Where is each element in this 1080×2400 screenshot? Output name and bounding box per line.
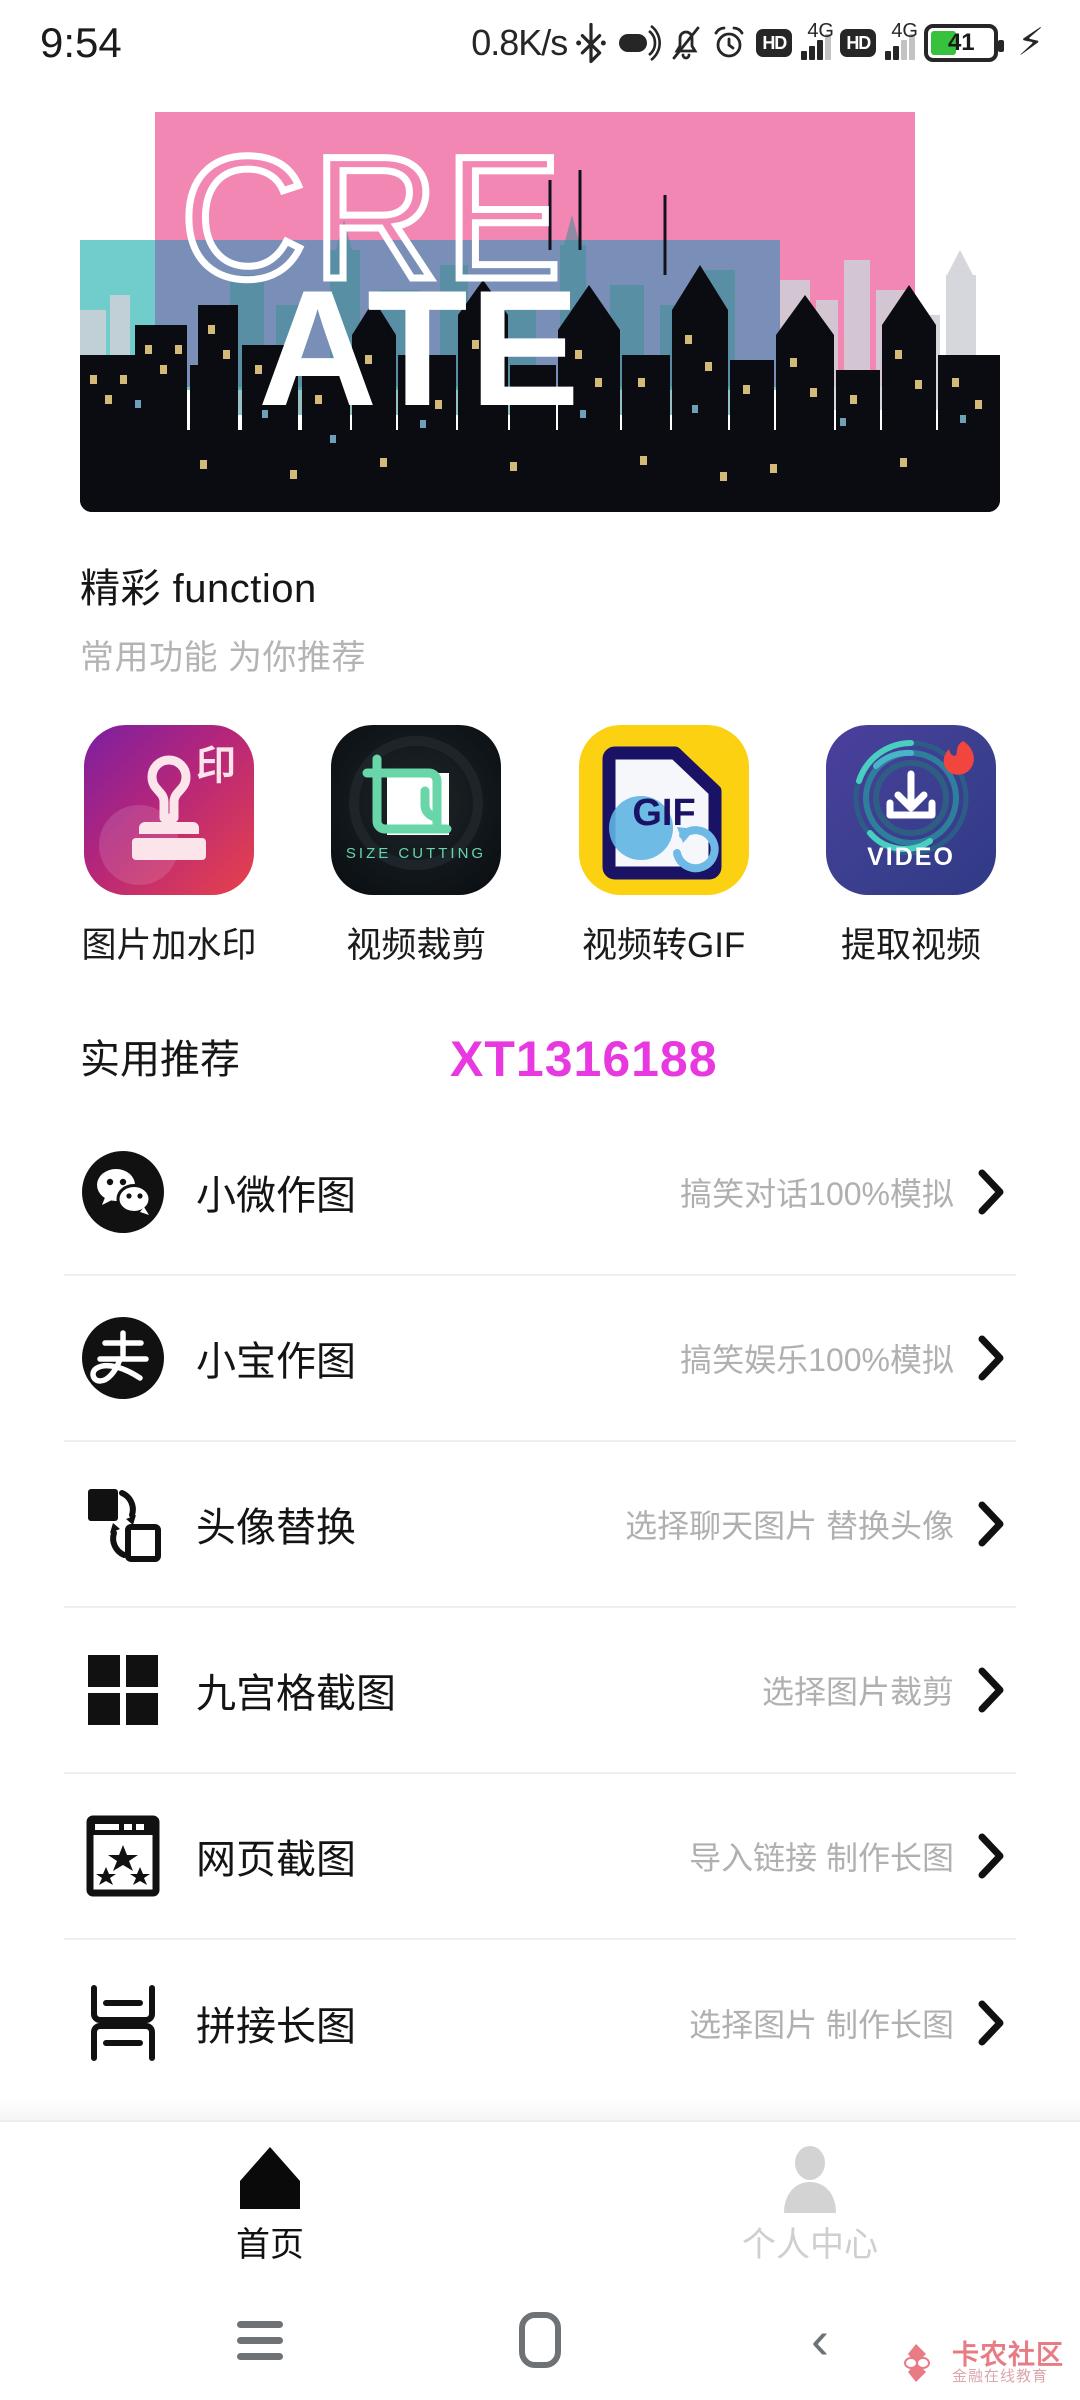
chevron-right-icon [976, 1501, 1006, 1547]
chevron-right-icon [976, 1667, 1006, 1713]
bluetooth-icon [576, 22, 607, 64]
banner-container[interactable]: CRE ATE [0, 100, 1080, 512]
list-item[interactable]: 小宝作图 搞笑娱乐100%模拟 [64, 1276, 1016, 1442]
status-bar: 9:54 0.8K/s HD 4G HD 4G 41 ⚡ [0, 0, 1080, 86]
list-item[interactable]: 拼接长图 选择图片 制作长图 [64, 1940, 1016, 2106]
list-item-desc: 导入链接 制作长图 [689, 1840, 954, 1876]
function-grid: 印 图片加水印 SIZE CUTTING 视频裁剪 GIF 视频转GIF VID… [0, 725, 1080, 968]
list-item[interactable]: 小微作图 搞笑对话100%模拟 [64, 1110, 1016, 1276]
battery-icon: 41 [924, 24, 1005, 62]
avatar-swap-icon [80, 1481, 166, 1567]
network-type-sim2: 4G [891, 20, 918, 42]
banner-line2: ATE [258, 256, 582, 440]
tab-home-label: 首页 [236, 2225, 304, 2264]
chevron-right-icon [976, 1833, 1006, 1879]
battery-percent-label: 41 [947, 29, 975, 56]
list-item[interactable]: 九宫格截图 选择图片裁剪 [64, 1608, 1016, 1774]
menu-lines-icon[interactable] [215, 2295, 305, 2385]
list-item-label: 小宝作图 [196, 1340, 356, 1384]
list-item-label: 九宫格截图 [196, 1672, 396, 1716]
mute-bell-icon [670, 23, 702, 63]
chevron-right-icon [976, 1169, 1006, 1215]
brand-tagline: 金融在线教育 [952, 2368, 1049, 2386]
function-item-watermark[interactable]: 印 图片加水印 [80, 725, 258, 968]
list-item-desc: 搞笑对话100%模拟 [680, 1176, 954, 1212]
gif-badge-label: GIF [632, 792, 695, 834]
list-item[interactable]: 头像替换 选择聊天图片 替换头像 [64, 1442, 1016, 1608]
list-item-label: 头像替换 [196, 1506, 356, 1550]
stamp-badge-label: 印 [196, 744, 236, 788]
list-item-desc: 选择图片裁剪 [761, 1674, 954, 1710]
home-icon [240, 2146, 300, 2209]
network-speed-label: 0.8K/s [471, 22, 568, 63]
function-item-extract-video[interactable]: VIDEO 提取视频 [822, 725, 1000, 968]
signal-sim1: 4G [801, 20, 834, 60]
gif-convert-icon: GIF [578, 725, 749, 895]
webpage-capture-icon [80, 1813, 166, 1899]
tab-profile-label: 个人中心 [742, 2225, 878, 2264]
function-label: 提取视频 [840, 926, 981, 965]
list-item[interactable]: 网页截图 导入链接 制作长图 [64, 1774, 1016, 1940]
network-type-sim1: 4G [807, 20, 834, 42]
function-label: 视频裁剪 [346, 926, 487, 965]
function-label: 图片加水印 [81, 926, 257, 965]
tab-home[interactable]: 首页 [0, 2122, 540, 2280]
function-item-video-crop[interactable]: SIZE CUTTING 视频裁剪 [327, 725, 505, 968]
grid-nine-icon [80, 1647, 166, 1733]
crop-size-cutting-icon: SIZE CUTTING [331, 725, 502, 895]
back-chevron-icon[interactable]: ‹ [775, 2295, 865, 2385]
list-item-desc: 选择聊天图片 替换头像 [625, 1508, 954, 1544]
chevron-right-icon [976, 1335, 1006, 1381]
status-clock: 9:54 [40, 19, 122, 66]
video-badge-label: VIDEO [867, 843, 955, 871]
recommend-list: 小微作图 搞笑对话100%模拟 小宝作图 搞笑娱乐100%模拟 头像替换 选择聊… [0, 1110, 1080, 2106]
list-item-desc: 搞笑娱乐100%模拟 [680, 1342, 954, 1378]
data-saver-icon [615, 25, 662, 61]
recommend-section-header: 实用推荐 XT1316188 [0, 1016, 1080, 1096]
lightning-bolt-icon: ⚡ [1017, 22, 1044, 64]
list-item-label: 小微作图 [196, 1174, 356, 1218]
kanong-logo-icon [904, 2344, 930, 2382]
video-download-icon: VIDEO [825, 725, 996, 895]
signal-sim2: 4G [885, 20, 918, 60]
recommend-section-title: 实用推荐 [80, 1038, 240, 1082]
alarm-clock-icon [711, 23, 747, 63]
wechat-icon [80, 1149, 166, 1235]
crop-badge-label: SIZE CUTTING [346, 845, 486, 862]
bottom-tab-bar: 首页 个人中心 [0, 2120, 1080, 2280]
tab-profile[interactable]: 个人中心 [540, 2122, 1080, 2280]
create-poster-banner[interactable]: CRE ATE [80, 100, 1000, 512]
list-item-desc: 选择图片 制作长图 [689, 2007, 954, 2043]
function-section-subtitle: 常用功能 为你推荐 [80, 639, 366, 677]
stitch-long-image-icon [80, 1980, 166, 2066]
function-label: 视频转GIF [581, 926, 746, 965]
chevron-right-icon [976, 2000, 1006, 2046]
list-item-label: 网页截图 [196, 1838, 356, 1882]
home-rect-icon[interactable] [495, 2295, 585, 2385]
hd-badge-sim1: HD [756, 29, 793, 57]
function-section-header: 精彩 function 常用功能 为你推荐 [0, 556, 1080, 679]
brand-name: 卡农社区 [952, 2339, 1064, 2370]
watermark-text: XT1316188 [450, 1031, 718, 1087]
list-item-label: 拼接长图 [196, 2005, 356, 2049]
alipay-icon [80, 1315, 166, 1401]
stamp-watermark-icon: 印 [84, 725, 254, 895]
brand-watermark: 卡农社区 金融在线教育 [902, 2340, 1064, 2386]
person-icon [784, 2145, 836, 2213]
hd-badge-sim2: HD [840, 29, 877, 57]
status-icons: 0.8K/s HD 4G HD 4G 41 ⚡ [471, 0, 1044, 86]
function-section-title: 精彩 function [80, 567, 317, 611]
function-item-video-to-gif[interactable]: GIF 视频转GIF [575, 725, 753, 968]
